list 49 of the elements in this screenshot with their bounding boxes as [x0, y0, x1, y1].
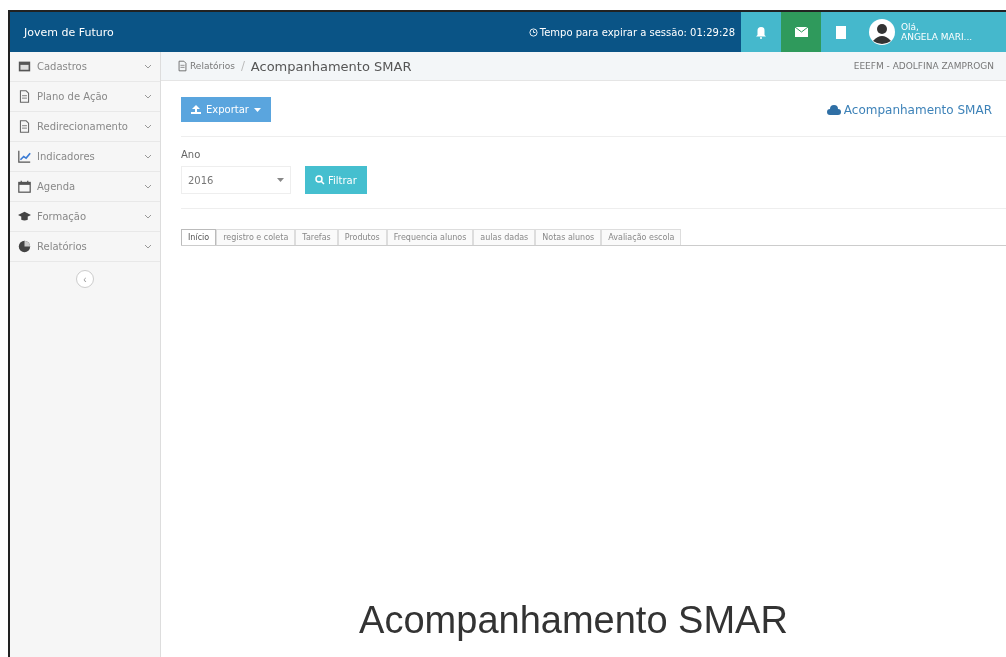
app-title: Jovem de Futuro	[22, 25, 115, 39]
export-button[interactable]: Exportar	[181, 97, 271, 122]
page-title: Acompanhamento SMAR	[843, 102, 992, 117]
greeting: Olá,	[901, 22, 920, 32]
tab[interactable]: registro e coleta	[216, 229, 296, 245]
session-timer: Tempo para expirar a sessão: 01:29:28	[539, 26, 735, 38]
messages-button[interactable]	[781, 12, 821, 52]
avatar-icon	[869, 19, 895, 45]
bell-icon	[755, 25, 767, 39]
year-select[interactable]: 2016	[181, 166, 291, 194]
school-name: EEEFM - ADOLFINA ZAMPROGN	[853, 61, 994, 71]
breadcrumb-current: Acompanhamento SMAR	[250, 58, 413, 74]
chevron-icon	[144, 213, 152, 220]
tab[interactable]: Início	[181, 229, 217, 245]
table-icon	[18, 60, 31, 73]
chart-icon	[18, 150, 31, 163]
user-name[interactable]: ANGELA MARI...	[901, 32, 973, 42]
tab[interactable]: Notas alunos	[535, 229, 602, 245]
chevron-icon	[144, 183, 152, 190]
filter-button[interactable]: Filtrar	[305, 166, 367, 194]
chevron-icon	[144, 243, 152, 250]
chevron-icon	[144, 153, 152, 160]
report-heading: Acompanhamento SMAR	[359, 599, 788, 642]
tab[interactable]: Frequencia alunos	[386, 229, 474, 245]
graduation-cap-icon	[18, 210, 31, 223]
breadcrumb-link[interactable]: Relatórios	[190, 61, 235, 71]
book-icon	[836, 25, 846, 39]
tab[interactable]: Tarefas	[295, 229, 338, 245]
collapse-button[interactable]: ‹	[76, 270, 94, 288]
tab[interactable]: Produtos	[337, 229, 387, 245]
tab[interactable]: aulas dadas	[473, 229, 536, 245]
calendar-icon	[18, 180, 31, 193]
field-label: Ano	[181, 149, 202, 160]
envelope-icon	[794, 27, 808, 37]
breadcrumb-separator-icon	[240, 61, 245, 71]
search-icon	[315, 175, 325, 185]
caret-icon	[254, 107, 261, 112]
chevron-icon	[144, 93, 152, 100]
chevron-icon	[144, 63, 152, 70]
caret-icon	[277, 178, 284, 182]
tab[interactable]: Avaliação escola	[601, 229, 682, 245]
document-icon	[18, 90, 31, 103]
cloud-icon	[826, 104, 841, 115]
document-icon	[177, 60, 188, 72]
pie-chart-icon	[18, 240, 31, 253]
upload-icon	[191, 105, 201, 114]
document-icon	[18, 120, 31, 133]
clock-icon	[528, 27, 538, 37]
chevron-icon	[144, 123, 152, 130]
